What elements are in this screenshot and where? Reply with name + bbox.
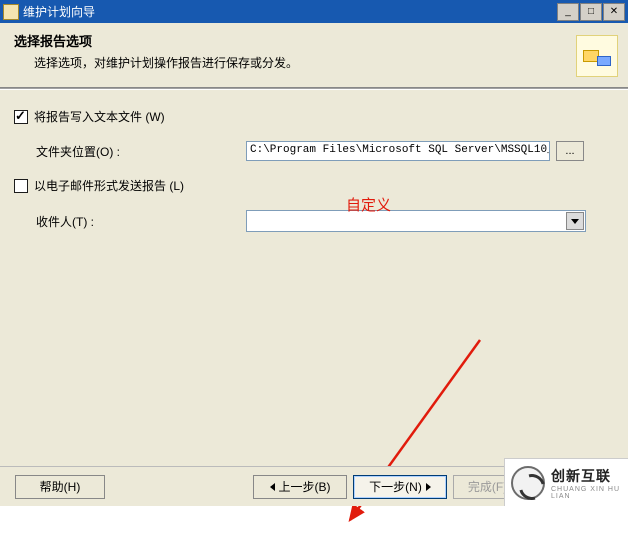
- email-report-checkbox[interactable]: [14, 179, 28, 193]
- watermark-logo-icon: [511, 466, 545, 500]
- watermark: 创新互联 CHUANG XIN HU LIAN: [504, 458, 628, 506]
- window-title: 维护计划向导: [23, 3, 556, 20]
- watermark-text: 创新互联: [551, 466, 628, 486]
- wizard-header: 选择报告选项 选择选项，对维护计划操作报告进行保存或分发。: [0, 23, 628, 89]
- browse-button[interactable]: ...: [556, 141, 584, 161]
- triangle-left-icon: [270, 483, 275, 491]
- triangle-right-icon: [426, 483, 431, 491]
- app-icon: [3, 4, 19, 20]
- email-report-row: 以电子邮件形式发送报告 (L): [14, 177, 614, 194]
- page-title: 选择报告选项: [14, 31, 614, 50]
- watermark-subtext: CHUANG XIN HU LIAN: [551, 486, 628, 500]
- annotation-custom: 自定义: [346, 194, 391, 215]
- page-subtitle: 选择选项，对维护计划操作报告进行保存或分发。: [34, 54, 614, 71]
- minimize-button[interactable]: _: [557, 3, 579, 21]
- write-report-row: 将报告写入文本文件 (W): [14, 108, 614, 125]
- folder-row: 文件夹位置(O) : C:\Program Files\Microsoft SQ…: [36, 141, 614, 161]
- next-button[interactable]: 下一步(N): [353, 475, 447, 499]
- recipient-label: 收件人(T) :: [36, 213, 246, 230]
- close-button[interactable]: ✕: [603, 3, 625, 21]
- maximize-button[interactable]: □: [580, 3, 602, 21]
- recipient-row: 收件人(T) :: [36, 210, 614, 232]
- back-button[interactable]: 上一步(B): [253, 475, 347, 499]
- write-report-label: 将报告写入文本文件 (W): [34, 108, 165, 125]
- help-button[interactable]: 帮助(H): [15, 475, 105, 499]
- chevron-down-icon[interactable]: [566, 212, 584, 230]
- recipient-combo[interactable]: [246, 210, 586, 232]
- wizard-header-icon: [576, 35, 618, 77]
- wizard-body: 将报告写入文本文件 (W) 文件夹位置(O) : C:\Program File…: [0, 89, 628, 466]
- window-controls: _ □ ✕: [556, 3, 625, 21]
- write-report-checkbox[interactable]: [14, 110, 28, 124]
- folder-location-input[interactable]: C:\Program Files\Microsoft SQL Server\MS…: [246, 141, 550, 161]
- email-report-label: 以电子邮件形式发送报告 (L): [34, 177, 184, 194]
- folder-location-label: 文件夹位置(O) :: [36, 143, 246, 160]
- annotation-arrow: [340, 320, 500, 560]
- window-titlebar: 维护计划向导 _ □ ✕: [0, 0, 628, 23]
